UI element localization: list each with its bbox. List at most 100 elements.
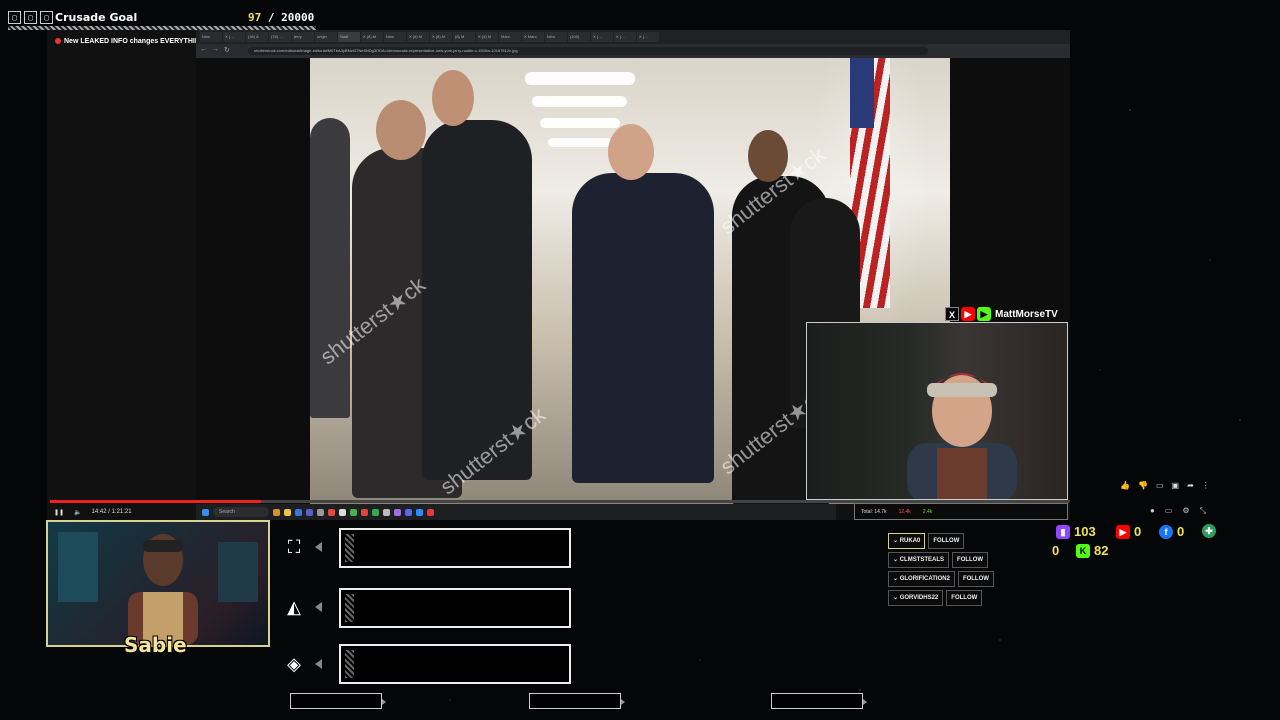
stat-total: Total: 14.7k xyxy=(861,508,887,515)
browser-tab-active[interactable]: Nadl xyxy=(338,32,360,42)
taskbar-app-icon[interactable] xyxy=(405,508,412,516)
kick-count: 82 xyxy=(1094,543,1109,558)
other-count: 0 xyxy=(1052,543,1060,558)
dislike-icon[interactable]: 👎 xyxy=(1138,481,1148,490)
browser-tab[interactable]: X (… xyxy=(591,32,613,42)
webcam-header: X ▶ ▶ MattMorseTV xyxy=(945,306,1068,322)
follower-name: RUKA0 xyxy=(888,533,926,549)
share-icon[interactable]: ➦ xyxy=(1187,481,1194,490)
youtube-icon: ▶ xyxy=(1116,524,1130,539)
video-title: New LEAKED INFO changes EVERYTHING. xyxy=(55,38,207,45)
forward-icon[interactable]: → xyxy=(212,46,219,54)
video-time: 14:42 / 1:21:21 xyxy=(91,509,132,515)
ceiling-light xyxy=(532,96,627,107)
fullscreen-icon[interactable]: ⤡ xyxy=(1200,506,1206,516)
goal-icon-1: ▢ xyxy=(8,11,21,24)
browser-tab[interactable]: origin xyxy=(315,32,337,42)
follow-tag: FOLLOW xyxy=(946,590,983,606)
browser-tab[interactable]: X Marc xyxy=(522,32,544,42)
back-icon[interactable]: ← xyxy=(200,46,207,54)
browser-tab[interactable]: (78) … xyxy=(269,32,291,42)
browser-tab[interactable]: X (… xyxy=(223,32,245,42)
alert-panel-3 xyxy=(339,644,571,684)
browser-tab[interactable]: New xyxy=(545,32,567,42)
taskbar-app-icon[interactable] xyxy=(416,508,423,516)
theater-icon[interactable]: ▭ xyxy=(1165,506,1173,516)
taskbar-app-icon[interactable] xyxy=(273,508,280,516)
follower-row: RUKA0 FOLLOW xyxy=(888,533,994,549)
windows-start-icon[interactable] xyxy=(202,508,209,516)
goal-icons: ▢ ▢ ▢ xyxy=(8,11,53,24)
goal-icon-2: ▢ xyxy=(24,11,37,24)
alert-row-3: ◈ xyxy=(283,653,322,675)
browser-tab[interactable]: Marc xyxy=(499,32,521,42)
goal-bar-overlay: ▢ ▢ ▢ Crusade Goal 97 / 20000 xyxy=(0,0,1280,34)
alert-row-1: ⛶ xyxy=(283,536,322,558)
pause-icon[interactable]: ❚❚ xyxy=(54,509,64,516)
reload-icon[interactable]: ↻ xyxy=(224,46,230,54)
browser-tab[interactable]: (36) A xyxy=(246,32,268,42)
browser-tab[interactable]: (8) M xyxy=(453,32,475,42)
follower-row: GLORIFICATION2 FOLLOW xyxy=(888,571,994,587)
kick-icon: K xyxy=(1076,543,1090,558)
taskbar-app-icon[interactable] xyxy=(394,508,401,516)
video-progress-fill xyxy=(50,500,262,503)
toggle-icon[interactable]: ● xyxy=(1150,506,1155,516)
browser-tab[interactable]: X (… xyxy=(637,32,659,42)
alert-panel-2 xyxy=(339,588,571,628)
taskbar-app-icon[interactable] xyxy=(317,508,324,516)
social-counters: ▮ 103 ▶ 0 f 0 ✚ 0 K 82 xyxy=(1052,522,1226,562)
person-head xyxy=(608,124,654,180)
taskbar-app-icon[interactable] xyxy=(383,508,390,516)
ceiling-light xyxy=(548,138,612,147)
browser-tab[interactable]: X (8) M xyxy=(361,32,383,42)
stat-youtube: 12.4k xyxy=(898,508,911,515)
volume-icon[interactable]: 🔈 xyxy=(74,509,81,516)
facebook-count: 0 xyxy=(1177,524,1185,539)
taskbar-app-icon[interactable] xyxy=(284,508,291,516)
taskbar-app-icon[interactable] xyxy=(328,508,335,516)
goal-count: 97 / 20000 xyxy=(248,11,314,24)
browser-tab[interactable]: X (4) M xyxy=(476,32,498,42)
taskbar-app-icon[interactable] xyxy=(427,508,434,516)
taskbar-app-icon[interactable] xyxy=(306,508,313,516)
taskbar-search[interactable]: Search xyxy=(213,507,269,517)
ceiling-light xyxy=(540,118,620,128)
more-icon[interactable]: ⋮ xyxy=(1202,481,1210,490)
streamer-silhouette xyxy=(58,532,258,645)
taskbar-app-icon[interactable] xyxy=(372,508,379,516)
chat-icon[interactable]: ▣ xyxy=(1172,481,1180,490)
browser-tab[interactable]: (100) xyxy=(568,32,590,42)
follow-tag: FOLLOW xyxy=(957,571,994,587)
taskbar-app-icon[interactable] xyxy=(339,508,346,516)
follower-alert-icon: ⛶ xyxy=(287,537,301,557)
follower-name: CLMSTSTEALS xyxy=(888,552,950,568)
nav-buttons: ← → ↻ xyxy=(200,46,230,54)
settings-icon[interactable]: ⚙ xyxy=(1182,506,1189,516)
browser-tab[interactable]: New xyxy=(384,32,406,42)
browser-tab[interactable]: jerry xyxy=(292,32,314,42)
browser-tab[interactable]: X (6) M xyxy=(407,32,429,42)
streamer-webcam xyxy=(46,520,270,647)
follower-row: GORVIDHS22 FOLLOW xyxy=(888,590,994,606)
like-icon[interactable]: 👍 xyxy=(1120,481,1130,490)
url-field[interactable]: shutterstock.com/editorial/image-editori… xyxy=(248,47,928,55)
browser-tab[interactable]: X (8) M xyxy=(430,32,452,42)
discord-icon: ✚ xyxy=(1202,524,1216,538)
browser-tab[interactable]: New xyxy=(200,32,222,42)
follow-tag: FOLLOW xyxy=(952,552,989,568)
taskbar-app-icon[interactable] xyxy=(350,508,357,516)
follower-name: GLORIFICATION2 xyxy=(888,571,955,587)
goal-title: Crusade Goal xyxy=(55,11,138,24)
donation-alert-icon: ◈ xyxy=(287,654,301,674)
streamer-name: Sabie xyxy=(124,633,187,657)
taskbar-app-icon[interactable] xyxy=(295,508,302,516)
youtube-stat: ▶ 0 xyxy=(1116,524,1141,539)
browser-tab[interactable]: X (… xyxy=(614,32,636,42)
alert-arrow xyxy=(315,542,322,552)
comment-icon[interactable]: ▭ xyxy=(1156,481,1164,490)
taskbar-app-icon[interactable] xyxy=(361,508,368,516)
person-head xyxy=(376,100,426,160)
video-actions: 👍 👎 ▭ ▣ ➦ ⋮ xyxy=(1120,481,1210,490)
player-corner-icons: ● ▭ ⚙ ⤡ xyxy=(1150,506,1206,516)
